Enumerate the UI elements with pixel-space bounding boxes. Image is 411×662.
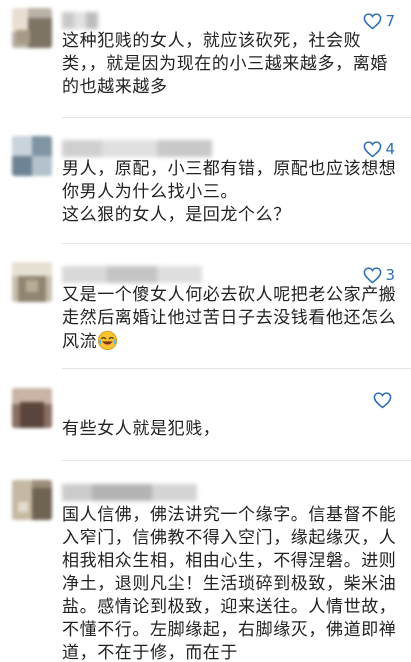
divider [62, 460, 411, 461]
like-count: 4 [385, 140, 395, 158]
username-blurred[interactable] [62, 12, 98, 29]
avatar[interactable] [12, 262, 52, 302]
heart-icon [364, 140, 382, 157]
heart-icon [373, 392, 392, 409]
avatar[interactable] [12, 8, 52, 48]
username-blurred[interactable] [62, 140, 212, 157]
comment-text: 这种犯贱的女人，就应该砍死，社会败类，，就是因为现在的小三越来越多，离婚的也越来… [62, 31, 388, 97]
like-count: 7 [385, 12, 395, 30]
avatar[interactable] [12, 136, 52, 176]
comment-text-line: 男人，原配，小三都有错，原配也应该想想你男人为什么找小三。 [62, 159, 397, 202]
divider [62, 368, 411, 369]
username-blurred[interactable] [62, 484, 197, 501]
avatar[interactable] [12, 480, 52, 520]
comment-text: 有些女人就是犯贱， [62, 419, 221, 439]
comment-text: 国人信佛，佛法讲究一个缘字。信基督不能入窄门，信佛教不得入空门，缘起缘灭，人相我… [62, 505, 397, 662]
comment-text-line: 这么狠的女人，是回龙个么？ [62, 205, 291, 225]
heart-icon [364, 266, 382, 283]
like-button[interactable]: 7 [363, 12, 395, 30]
laughing-crying-emoji-icon [98, 330, 118, 351]
heart-icon [364, 12, 382, 29]
like-button[interactable] [373, 392, 395, 409]
like-button[interactable]: 4 [363, 140, 395, 158]
avatar[interactable] [12, 388, 52, 428]
like-button[interactable]: 3 [363, 266, 395, 284]
like-count: 3 [385, 266, 395, 284]
comment-text: 又是一个傻女人何必去砍人呢把老公家产搬走然后离婚让他过苦日子去没钱看他还怎么风流 [62, 284, 398, 354]
comment-feed: 7 这种犯贱的女人，就应该砍死，社会败类，，就是因为现在的小三越来越多，离婚的也… [0, 0, 411, 662]
username-blurred[interactable] [62, 266, 202, 283]
divider [62, 117, 411, 118]
comment-text: 男人，原配，小三都有错，原配也应该想想你男人为什么找小三。 这么狠的女人，是回龙… [62, 158, 398, 227]
divider [62, 243, 411, 244]
